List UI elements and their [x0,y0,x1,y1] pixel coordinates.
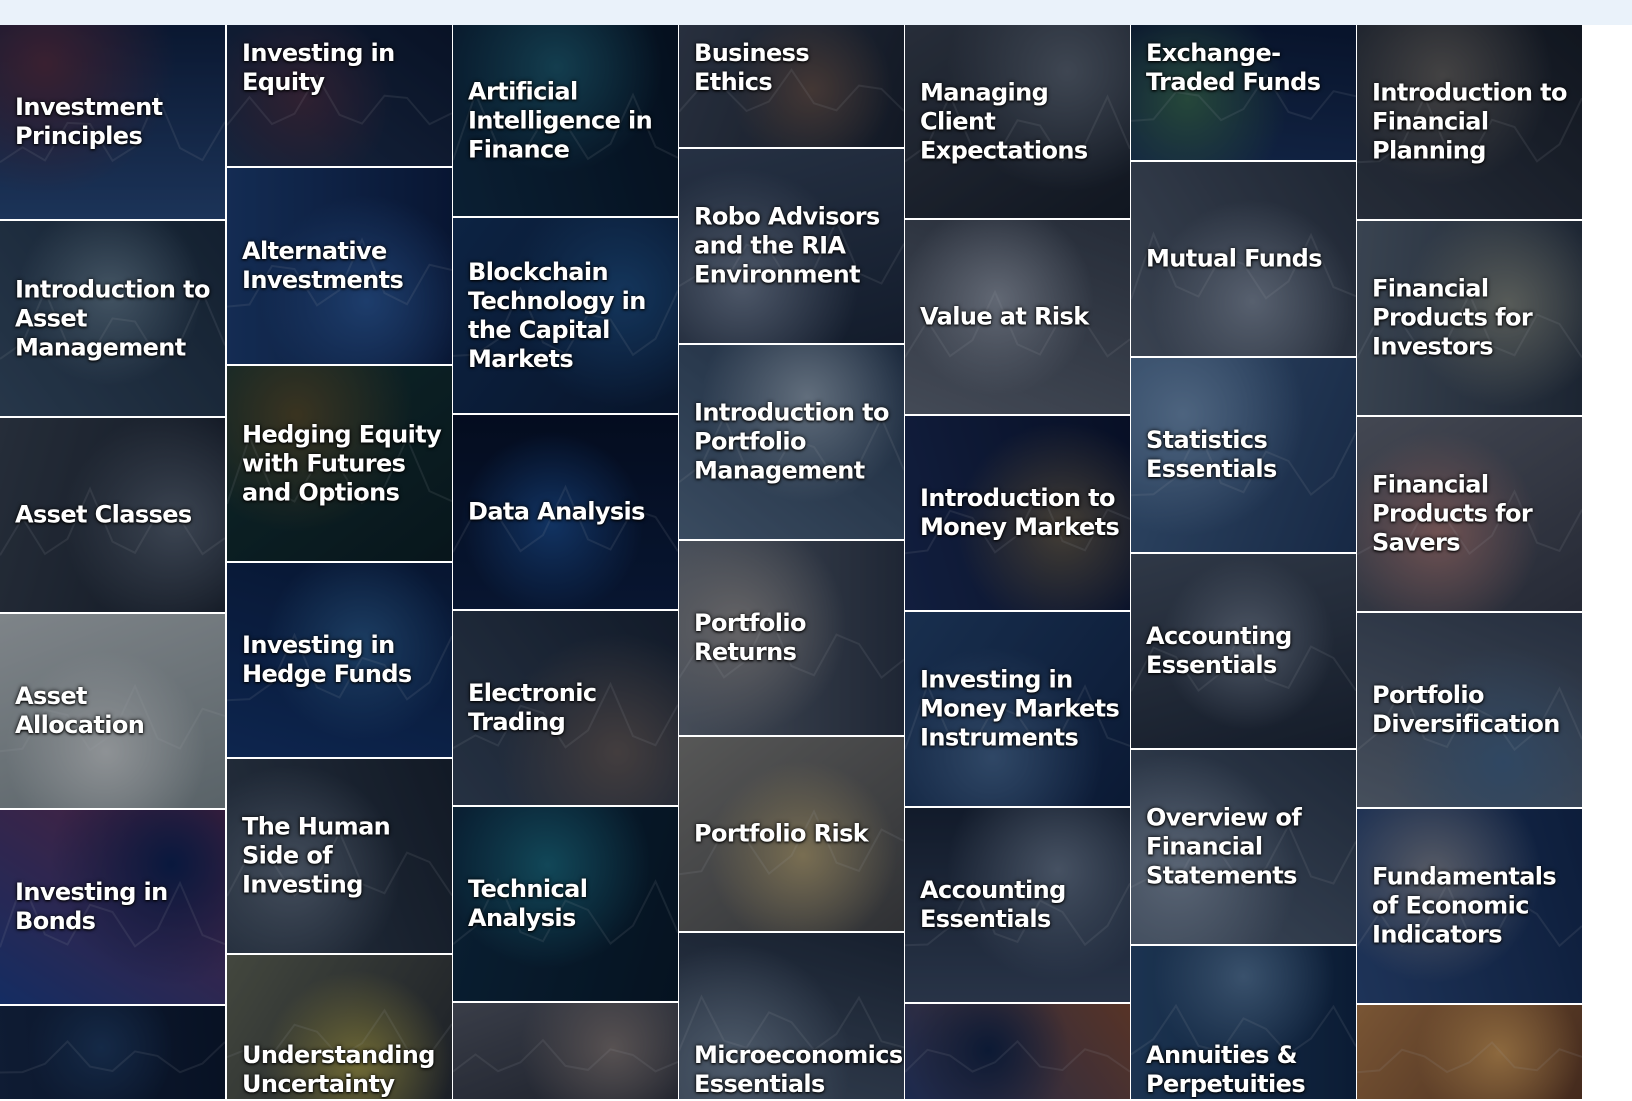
course-tile-accounting-essentials[interactable]: Accounting Essentials [905,808,1130,1002]
tile-title: Business Ethics [694,39,810,96]
course-tile-portfolio-returns[interactable]: Portfolio Returns [679,541,904,735]
course-tile-introduction-to-asset-management[interactable]: Introduction to Asset Management [0,221,225,416]
course-tile-technical-analysis[interactable]: Technical Analysis [453,807,678,1001]
tile-title: Overview of Financial Statements [1146,803,1302,890]
tile-title: The Human Side of Investing [242,812,391,899]
tile-overlay [905,1004,1130,1099]
tile-title: Introduction to Money Markets [920,484,1120,541]
course-tile-electronic-trading[interactable]: Electronic Trading [453,611,678,805]
course-tile-introduction-to-financial-planning[interactable]: Introduction to Financial Planning [1357,25,1582,219]
course-tile-the-human-side-of-investing[interactable]: The Human Side of Investing [227,759,452,953]
tile-title: Data Analysis [468,497,645,526]
tile-title: Blockchain Technology in the Capital Mar… [468,257,646,373]
tile-title: Artificial Intelligence in Finance [468,77,653,163]
tile-title: Exchange-Traded Funds [1146,39,1321,96]
course-tile-introduction-to-money-markets[interactable]: Introduction to Money Markets [905,416,1130,610]
tile-title: Statistics Essentials [1146,426,1277,483]
course-tile-partial[interactable] [1357,1005,1582,1099]
tile-title: Asset Classes [15,500,192,529]
course-tile-statistics-essentials[interactable]: Statistics Essentials [1131,358,1356,552]
tile-title: Investing in Equity [242,39,395,96]
top-bar [0,0,1632,25]
tile-title: Value at Risk [920,302,1089,331]
tile-title: Investing in Bonds [15,878,168,935]
tile-title: Accounting Essentials [1146,622,1292,679]
tile-title: Financial Products for Savers [1372,470,1533,557]
tile-column-3: Artificial Intelligence in Finance Blockc… [453,25,678,1101]
tile-title: Electronic Trading [468,679,597,736]
course-tile-partial[interactable] [905,1004,1130,1099]
tile-column-2: Investing in Equity Alternative Investmen… [227,25,452,1101]
tile-title: Alternative Investments [242,237,404,294]
tile-column-1: Investment Principles Introduction to Ass… [0,25,225,1101]
tile-title: Introduction to Financial Planning [1372,78,1568,165]
tile-overlay [0,1006,225,1099]
course-tile-robo-advisors-and-the-ria-environment[interactable]: Robo Advisors and the RIA Environment [679,149,904,343]
tile-title: Portfolio Risk [694,819,869,848]
course-tile-investing-in-bonds[interactable]: Investing in Bonds [0,810,225,1004]
tile-title: Introduction to Portfolio Management [694,398,890,485]
course-tile-portfolio-risk[interactable]: Portfolio Risk [679,737,904,931]
tile-title: Investment Principles [15,93,163,150]
tile-title: Investing in Hedge Funds [242,631,412,688]
tile-title: Investing in Money Markets Instruments [920,665,1120,752]
course-tile-accounting-essentials[interactable]: Accounting Essentials [1131,554,1356,748]
course-tile-asset-allocation[interactable]: Asset Allocation [0,614,225,808]
course-tile-overview-of-financial-statements[interactable]: Overview of Financial Statements [1131,750,1356,944]
tile-column-5: Managing Client Expectations Value at Ris… [905,25,1130,1101]
course-tile-mutual-funds[interactable]: Mutual Funds [1131,162,1356,356]
course-tile-blockchain-technology-in-the-capital-markets[interactable]: Blockchain Technology in the Capital Mar… [453,218,678,413]
tile-title: Asset Allocation [15,682,145,739]
tile-overlay [1357,1005,1582,1099]
course-tile-financial-products-for-investors[interactable]: Financial Products for Investors [1357,221,1582,415]
tile-column-6: Exchange-Traded Funds Mutual Funds Statist… [1131,25,1356,1101]
tile-title: Portfolio Returns [694,609,806,666]
tile-title: Accounting Essentials [920,876,1066,933]
tile-title: Robo Advisors and the RIA Environment [694,202,880,289]
course-tile-partial[interactable] [453,1003,678,1099]
course-tile-annuities-and-perpetuities[interactable]: Annuities & Perpetuities [1131,946,1356,1099]
tile-title: Financial Products for Investors [1372,274,1533,361]
tile-title: Understanding Uncertainty [242,1041,435,1098]
tile-overlay [453,1003,678,1099]
course-tile-exchange-traded-funds[interactable]: Exchange-Traded Funds [1131,25,1356,160]
course-tile-hedging-equity-with-futures-and-options[interactable]: Hedging Equity with Futures and Options [227,366,452,561]
course-tile-introduction-to-portfolio-management[interactable]: Introduction to Portfolio Management [679,345,904,539]
course-tile-investing-in-hedge-funds[interactable]: Investing in Hedge Funds [227,563,452,757]
course-tile-alternative-investments[interactable]: Alternative Investments [227,168,452,364]
course-tile-partial[interactable] [0,1006,225,1099]
tile-column-7: Introduction to Financial Planning Financ… [1357,25,1582,1101]
course-tile-data-analysis[interactable]: Data Analysis [453,415,678,609]
course-tile-financial-products-for-savers[interactable]: Financial Products for Savers [1357,417,1582,611]
tile-title: Introduction to Asset Management [15,275,211,361]
course-tile-value-at-risk[interactable]: Value at Risk [905,220,1130,414]
course-tile-investment-principles[interactable]: Investment Principles [0,25,225,219]
course-tile-microeconomics-essentials[interactable]: Microeconomics Essentials [679,933,904,1099]
tile-title: Hedging Equity with Futures and Options [242,420,442,506]
tile-title: Fundamentals of Economic Indicators [1372,862,1557,949]
tile-title: Managing Client Expectations [920,78,1088,164]
course-tile-fundamentals-of-economic-indicators[interactable]: Fundamentals of Economic Indicators [1357,809,1582,1003]
course-tile-portfolio-diversification[interactable]: Portfolio Diversification [1357,613,1582,807]
tile-title: Annuities & Perpetuities [1146,1041,1306,1098]
tile-title: Mutual Funds [1146,244,1323,273]
course-tile-asset-classes[interactable]: Asset Classes [0,418,225,612]
tile-column-4: Business Ethics Robo Advisors and the RIA… [679,25,904,1101]
course-tile-investing-in-money-markets-instruments[interactable]: Investing in Money Markets Instruments [905,612,1130,806]
course-tile-business-ethics[interactable]: Business Ethics [679,25,904,147]
course-tile-managing-client-expectations[interactable]: Managing Client Expectations [905,25,1130,218]
course-tile-understanding-uncertainty[interactable]: Understanding Uncertainty [227,955,452,1099]
course-tile-investing-in-equity[interactable]: Investing in Equity [227,25,452,166]
tile-title: Technical Analysis [468,875,588,932]
tile-title: Portfolio Diversification [1372,681,1560,738]
course-tile-artificial-intelligence-in-finance[interactable]: Artificial Intelligence in Finance [453,25,678,216]
tile-title: Microeconomics Essentials [694,1041,903,1098]
course-tile-grid: Investment Principles Introduction to Ass… [0,25,1632,1101]
